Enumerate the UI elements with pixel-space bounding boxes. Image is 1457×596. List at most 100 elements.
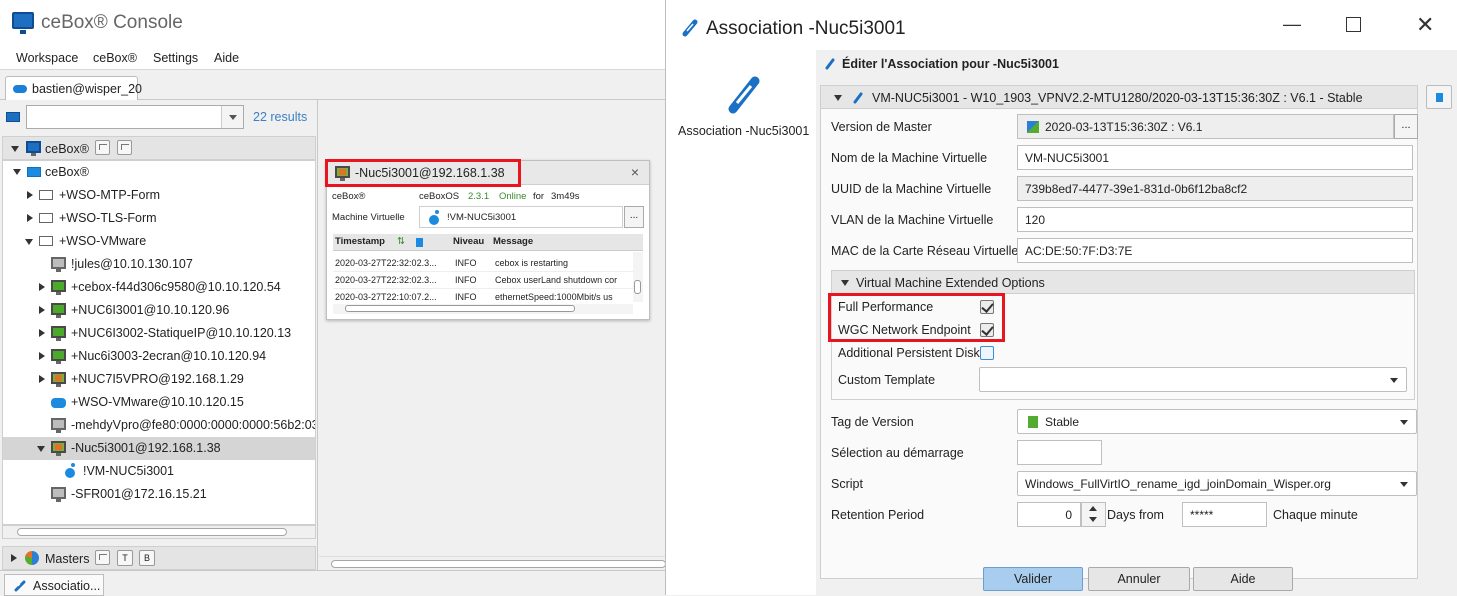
expand-toggle-icon[interactable] (39, 329, 45, 337)
browse-master-button[interactable]: ... (1394, 114, 1418, 139)
expand-toggle-icon[interactable] (13, 169, 21, 175)
chevron-up-icon[interactable] (1089, 506, 1097, 511)
scrollbar-thumb[interactable] (17, 528, 287, 536)
log-level: INFO (455, 258, 477, 268)
minimize-button[interactable]: — (1283, 14, 1301, 35)
expand-toggle-icon[interactable] (39, 352, 45, 360)
tree-row[interactable]: !VM-NUC5i3001 (3, 460, 315, 483)
scrollbar-thumb[interactable] (634, 280, 641, 294)
help-button[interactable]: Aide (1193, 567, 1293, 591)
tree-row[interactable]: +NUC6I3001@10.10.120.96 (3, 299, 315, 322)
tree-row[interactable]: +WSO-VMware (3, 230, 315, 253)
col-message[interactable]: Message (493, 236, 533, 247)
filter-t-button[interactable]: T (117, 550, 133, 566)
menu-cebox[interactable]: ceBox® (93, 51, 137, 65)
user-tab[interactable]: bastien@wisper_20 (5, 76, 142, 100)
expand-toggle-icon[interactable] (39, 375, 45, 383)
window-toggle-button[interactable] (95, 550, 110, 565)
validate-button[interactable]: Valider (983, 567, 1083, 591)
tree-row[interactable]: -mehdyVpro@fe80:0000:0000:0000:56b2:03ff… (3, 414, 315, 437)
menu-settings[interactable]: Settings (153, 51, 198, 65)
close-button[interactable]: ✕ (1416, 12, 1434, 38)
expand-toggle-icon[interactable] (37, 446, 45, 452)
vm-uuid-value: 739b8ed7-4477-39e1-831d-0b6f12ba8cf2 (1025, 182, 1248, 196)
vm-vlan-field[interactable]: 120 (1017, 207, 1413, 232)
os-version: 2.3.1 (468, 191, 490, 202)
col-level[interactable]: Niveau (453, 236, 484, 247)
collapse-toggle-icon[interactable] (841, 280, 849, 286)
log-row[interactable]: 2020-03-27T22:32:02.3... INFO Cebox user… (333, 272, 633, 289)
script-select[interactable]: Windows_FullVirtIO_rename_igd_joinDomain… (1017, 471, 1417, 496)
monitor-icon (51, 441, 66, 456)
sort-icon[interactable]: ⇅ (397, 236, 405, 247)
vm-uuid-field[interactable]: 739b8ed7-4477-39e1-831d-0b6f12ba8cf2 (1017, 176, 1413, 201)
task-bar: Associatio... (0, 570, 665, 596)
tree-row[interactable]: -SFR001@172.16.15.21 (3, 483, 315, 506)
monitor-icon (51, 487, 66, 502)
vm-panel-header[interactable]: VM-NUC5i3001 - W10_1903_VPNV2.2-MTU1280/… (820, 85, 1418, 109)
log-vertical-scrollbar[interactable] (633, 252, 643, 302)
log-message: ethernetSpeed:1000Mbit/s us (495, 292, 613, 302)
chevron-down-icon[interactable] (1089, 517, 1097, 522)
expand-toggle-icon[interactable] (25, 239, 33, 245)
schedule-field[interactable]: ***** (1182, 502, 1267, 527)
retention-stepper[interactable] (1081, 502, 1106, 527)
expand-toggle-icon[interactable] (39, 306, 45, 314)
expand-toggle-icon[interactable] (39, 283, 45, 291)
tree-row[interactable]: +Nuc6i3003-2ecran@10.10.120.94 (3, 345, 315, 368)
maximize-button[interactable] (1346, 17, 1361, 32)
close-icon[interactable]: × (631, 164, 639, 180)
expand-toggle-icon[interactable] (27, 191, 33, 199)
window-toggle-button[interactable] (95, 140, 110, 155)
scrollbar-thumb[interactable] (345, 305, 575, 312)
retention-input[interactable]: 0 (1017, 502, 1081, 527)
tree-row-selected[interactable]: -Nuc5i3001@192.168.1.38 (3, 437, 315, 460)
tree-row[interactable]: ceBox® (3, 161, 315, 184)
vm-name-field[interactable]: VM-NUC5i3001 (1017, 145, 1413, 170)
tree-row[interactable]: +WSO-VMware@10.10.120.15 (3, 391, 315, 414)
filter-b-button[interactable]: B (139, 550, 155, 566)
log-horizontal-scrollbar[interactable] (333, 304, 633, 314)
status-text: Online (499, 191, 527, 202)
col-timestamp[interactable]: Timestamp (335, 236, 385, 247)
master-version-field[interactable]: 2020-03-13T15:36:30Z : V6.1 (1017, 114, 1394, 139)
tree-row[interactable]: +NUC6I3002-StatiqueIP@10.10.120.13 (3, 322, 315, 345)
collapse-toggle-icon[interactable] (834, 95, 842, 101)
window-toggle-button[interactable] (117, 140, 132, 155)
title-bar: ceBox® Console (0, 0, 665, 46)
delete-button[interactable] (1426, 85, 1452, 109)
tree-row[interactable]: +cebox-f44d306c9580@10.10.120.54 (3, 276, 315, 299)
app-title: ceBox® Console (41, 12, 183, 33)
search-combobox[interactable] (26, 105, 244, 129)
each-minute-label: Chaque minute (1273, 508, 1358, 522)
log-row[interactable]: 2020-03-27T22:32:02.3... INFO cebox is r… (333, 255, 633, 272)
tree-row[interactable]: +NUC7I5VPRO@192.168.1.29 (3, 368, 315, 391)
persistent-disk-checkbox[interactable] (980, 346, 994, 360)
tree-item-label: -SFR001@172.16.15.21 (71, 487, 207, 501)
menu-aide[interactable]: Aide (214, 51, 239, 65)
version-tag-select[interactable]: Stable (1017, 409, 1417, 434)
workspace-horizontal-scrollbar[interactable] (319, 556, 666, 569)
browse-button[interactable]: ... (624, 206, 644, 228)
cancel-button[interactable]: Annuler (1088, 567, 1190, 591)
tree-horizontal-scrollbar[interactable] (2, 525, 316, 539)
log-timestamp: 2020-03-27T22:32:02.3... (335, 258, 437, 268)
scrollbar-thumb[interactable] (331, 560, 666, 568)
vm-value: !VM-NUC5i3001 (447, 212, 517, 223)
expand-toggle-icon[interactable] (11, 146, 19, 152)
chevron-down-icon[interactable] (221, 106, 243, 128)
expand-toggle-icon[interactable] (27, 214, 33, 222)
mac-field[interactable]: AC:DE:50:7F:D3:7E (1017, 238, 1413, 263)
log-timestamp: 2020-03-27T22:10:07.2... (335, 292, 437, 302)
tree-row[interactable]: +WSO-TLS-Form (3, 207, 315, 230)
expand-toggle-icon[interactable] (11, 554, 17, 562)
tree-row[interactable]: !jules@10.10.130.107 (3, 253, 315, 276)
trash-icon[interactable] (416, 238, 423, 247)
tree-row[interactable]: +WSO-MTP-Form (3, 184, 315, 207)
vm-field[interactable]: !VM-NUC5i3001 (419, 206, 623, 228)
menu-workspace[interactable]: Workspace (16, 51, 78, 65)
association-task-tab[interactable]: Associatio... (4, 574, 104, 596)
custom-template-select[interactable] (979, 367, 1407, 392)
extended-options-header[interactable]: Virtual Machine Extended Options (831, 270, 1415, 294)
boot-selection-field[interactable] (1017, 440, 1102, 465)
